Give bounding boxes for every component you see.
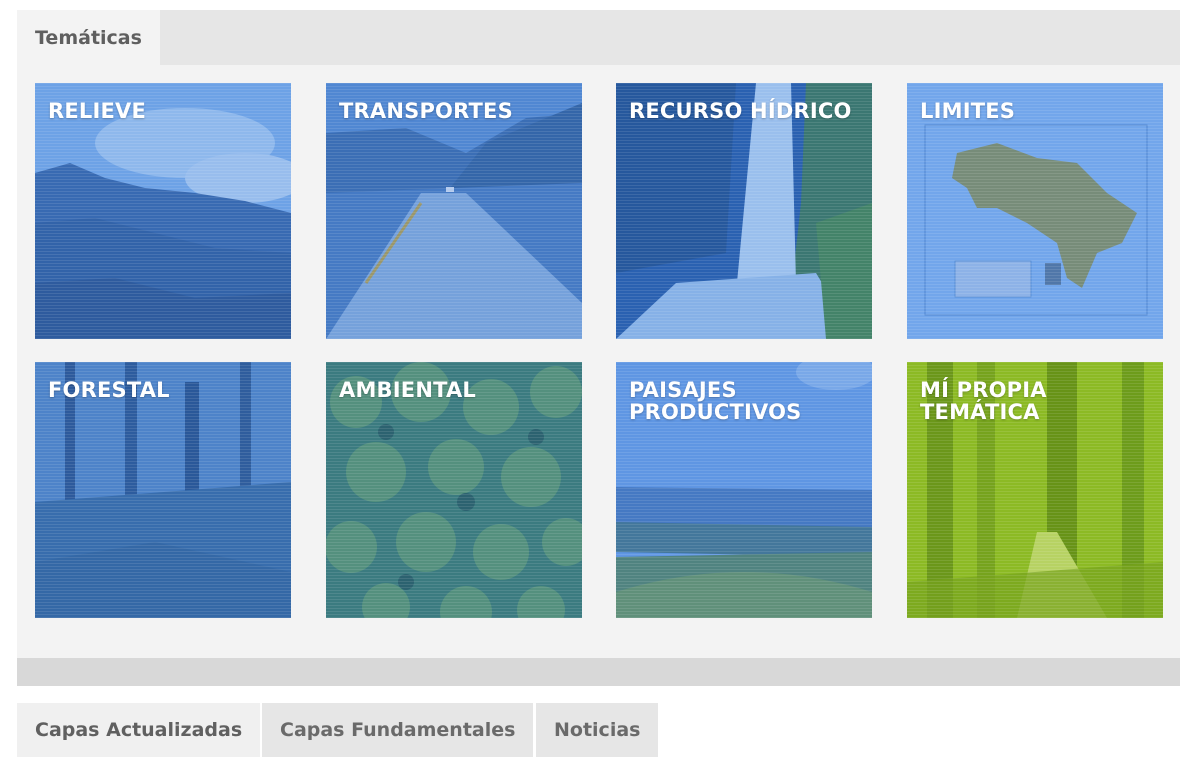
tile-title: FORESTAL [48, 378, 170, 402]
tile-title: AMBIENTAL [339, 378, 477, 402]
tile-limites[interactable]: LIMITES [907, 83, 1163, 339]
tematicas-tab-bar: Temáticas [17, 10, 1180, 65]
tile-mi-propia-tematica[interactable]: MÍ PROPIA TEMÁTICA [907, 362, 1163, 618]
tile-title: RECURSO HÍDRICO [629, 99, 852, 123]
tab-noticias[interactable]: Noticias [536, 703, 659, 757]
tile-title: LIMITES [920, 99, 1016, 123]
tile-title: TRANSPORTES [339, 99, 513, 123]
tile-title: MÍ PROPIA TEMÁTICA [920, 378, 1047, 424]
tab-capas-fundamentales[interactable]: Capas Fundamentales [262, 703, 534, 757]
tile-recurso-hidrico[interactable]: RECURSO HÍDRICO [616, 83, 872, 339]
tile-title: RELIEVE [48, 99, 147, 123]
tile-forestal[interactable]: FORESTAL [35, 362, 291, 618]
bottom-tab-bar: Capas Actualizadas Capas Fundamentales N… [17, 703, 1180, 757]
section-divider [17, 658, 1180, 686]
tile-ambiental[interactable]: AMBIENTAL [326, 362, 582, 618]
tab-capas-actualizadas[interactable]: Capas Actualizadas [17, 703, 261, 757]
tile-paisajes-productivos[interactable]: PAISAJES PRODUCTIVOS [616, 362, 872, 618]
tile-relieve[interactable]: RELIEVE [35, 83, 291, 339]
tab-tematicas[interactable]: Temáticas [17, 10, 160, 65]
tile-transportes[interactable]: TRANSPORTES [326, 83, 582, 339]
tile-title: PAISAJES PRODUCTIVOS [629, 378, 802, 424]
